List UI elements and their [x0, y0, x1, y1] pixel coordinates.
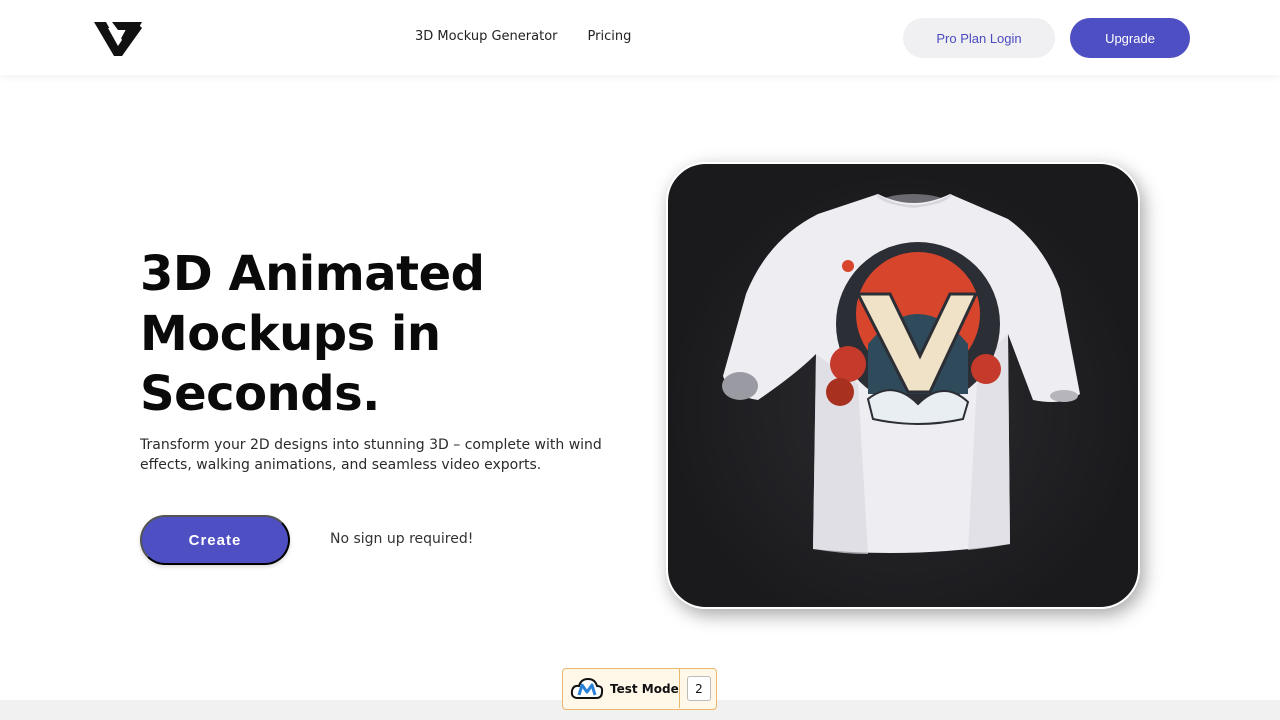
hero-title-line: 3D Animated	[140, 246, 485, 302]
test-mode-badge[interactable]: Test Mode 2	[562, 668, 717, 710]
no-signup-note: No sign up required!	[330, 531, 474, 547]
nav-link-pricing[interactable]: Pricing	[588, 29, 632, 44]
pro-plan-login-button[interactable]: Pro Plan Login	[903, 18, 1055, 58]
nav-link-mockup-generator[interactable]: 3D Mockup Generator	[415, 29, 558, 44]
test-mode-label: Test Mode	[610, 682, 679, 696]
hero-title-line: Mockups in	[140, 306, 441, 362]
hero-title: 3D Animated Mockups in Seconds.	[140, 244, 610, 424]
hero-description-line: Transform your 2D designs into stunning …	[140, 437, 602, 453]
hero-description: Transform your 2D designs into stunning …	[140, 435, 610, 475]
cloud-m-logo-icon	[570, 677, 604, 699]
test-mode-count: 2	[687, 676, 711, 701]
create-button[interactable]: Create	[140, 515, 290, 565]
brand-logo-icon[interactable]	[92, 16, 144, 59]
tshirt-mockup-image	[722, 194, 1080, 554]
nav-links: 3D Mockup Generator Pricing	[415, 29, 631, 44]
tshirt-mockup-preview	[666, 162, 1140, 609]
hero-title-line: Seconds.	[140, 366, 380, 422]
badge-divider	[679, 669, 680, 708]
top-navbar: 3D Mockup Generator Pricing Pro Plan Log…	[0, 0, 1280, 75]
upgrade-button[interactable]: Upgrade	[1070, 18, 1190, 58]
hero-description-line: effects, walking animations, and seamles…	[140, 457, 542, 473]
